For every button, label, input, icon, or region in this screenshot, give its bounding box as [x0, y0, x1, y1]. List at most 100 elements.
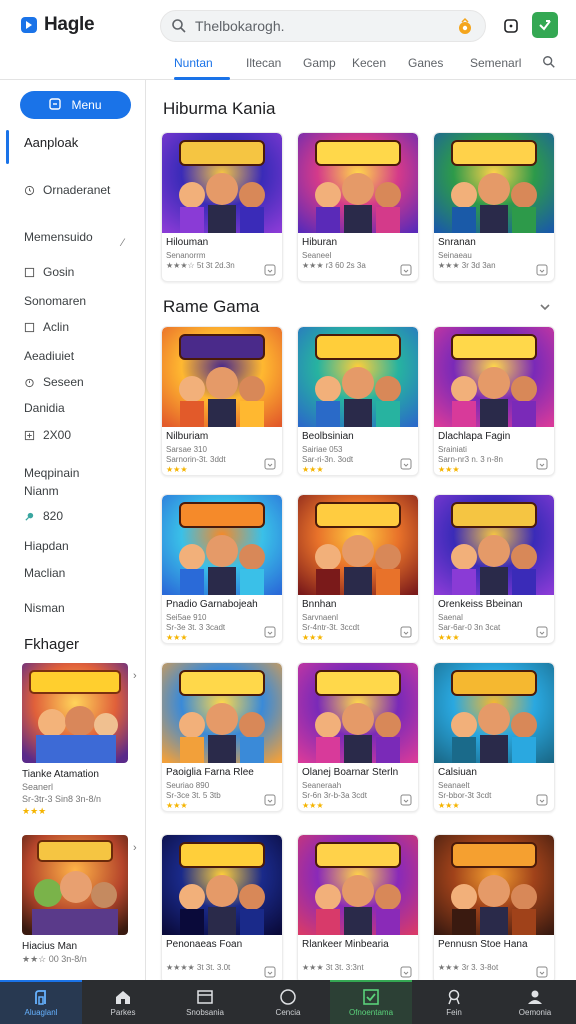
tab-nuntan[interactable]: Nuntan [174, 56, 213, 70]
sidebar-item-aclin[interactable]: Aclin [24, 320, 69, 334]
game-card[interactable]: Beolbsinian Sairiae 053 Sar-ri-3n. 3odt ★★★ [297, 326, 419, 476]
tab-iltecan[interactable]: Iltecan [246, 56, 281, 70]
install-icon[interactable] [264, 793, 276, 806]
sidebar-item-gosin[interactable]: Gosin [24, 265, 74, 279]
install-icon[interactable] [536, 965, 548, 978]
chevron-right-icon[interactable]: › [133, 842, 137, 854]
sidebar-item-danidia[interactable]: Danidia [24, 401, 65, 415]
sidebar-item-hiapdan[interactable]: Hiapdan [24, 539, 69, 553]
nav-item-aluaglanl[interactable]: Aluaglanl [0, 980, 82, 1024]
featured-title: Fkhager [24, 636, 80, 653]
menu-button[interactable]: Menu [20, 91, 131, 119]
game-card[interactable]: Hiburan Seaneel ★★★ r3 60 2s 3a [297, 132, 419, 282]
nav-item-cencia[interactable]: Cencia [247, 980, 329, 1024]
tab-gamp[interactable]: Gamp [303, 56, 336, 70]
install-icon[interactable] [400, 457, 412, 470]
expand-icon[interactable]: ⁄ [122, 237, 124, 249]
search-bar[interactable] [160, 10, 486, 42]
sidebar-item-2x00[interactable]: 2X00 [24, 428, 71, 442]
game-card[interactable]: Calsiuan Seanaelt Sr-bbor-3t 3cdt ★★★ [433, 662, 555, 812]
install-icon[interactable] [536, 625, 548, 638]
sidebar-item-nianm[interactable]: Nianm [24, 484, 59, 498]
game-meta: ★★★☆ 5t 3t 2d.3n [166, 261, 235, 270]
game-card[interactable]: Bnnhan Sarvnaenl Sr-4ntr-3t. 3ccdt ★★★ [297, 494, 419, 644]
install-icon[interactable] [536, 793, 548, 806]
install-icon[interactable] [264, 965, 276, 978]
nav-item-oemonia[interactable]: Oemonia [494, 980, 576, 1024]
sidebar-item-seseen[interactable]: Seseen [24, 375, 84, 389]
sidebar-item-ornaderanet[interactable]: Ornaderanet [24, 183, 110, 197]
game-card[interactable]: Nilburiam Sarsae 310 Sarnorin-3t. 3ddt ★★★ [161, 326, 283, 476]
game-title: Pnadio Garnabojeah [166, 599, 258, 610]
game-meta: ★★★ r3 60 2s 3a [302, 261, 366, 270]
game-thumbnail [162, 327, 282, 427]
game-card[interactable]: Rlankeer Minbearia ★★★ 3t 3t. 3:3nt [297, 834, 419, 984]
nav-item-parkes[interactable]: Parkes [82, 980, 164, 1024]
rating-stars: ★★★ [438, 633, 460, 642]
install-icon[interactable] [264, 625, 276, 638]
section-title: Hiburma Kania [163, 99, 276, 118]
sidebar-item-label: Ornaderanet [43, 183, 111, 197]
game-subtitle: Srainiati [438, 445, 467, 454]
chevron-down-icon[interactable] [538, 300, 552, 319]
game-thumbnail [434, 663, 554, 763]
game-meta-text: Sarn-nr3 n. 3 n-8n [438, 455, 503, 464]
install-icon[interactable] [400, 793, 412, 806]
sidebar-item-aanploak[interactable]: Aanploak [24, 135, 78, 150]
nav-label: Aluaglanl [24, 1007, 58, 1017]
game-card[interactable]: Snranan Seinaeau ★★★ 3r 3d 3an [433, 132, 555, 282]
game-rating: ★★★ [302, 801, 324, 810]
sidebar-item-label: Nianm [24, 484, 59, 498]
install-icon[interactable] [536, 457, 548, 470]
game-card[interactable]: Orenkeiss Bbeinan Saenal Sar-6ar-0 3n 3cat… [433, 494, 555, 644]
game-card[interactable]: Dlachlapa Fagin Srainiati Sarn-nr3 n. 3 n-… [433, 326, 555, 476]
sidebar-item-820[interactable]: 820 [24, 509, 63, 523]
sidebar-item-nisman[interactable]: Nisman [24, 601, 65, 615]
game-thumbnail [298, 495, 418, 595]
search-input[interactable] [195, 18, 435, 34]
app-logo[interactable]: Hagle [20, 14, 95, 36]
nav-item-snobsania[interactable]: Snobsania [164, 980, 246, 1024]
sidebar-item-memensuido[interactable]: Memensuido [24, 230, 93, 244]
game-meta: Sr-4ntr-3t. 3ccdt [302, 623, 359, 632]
install-icon[interactable] [536, 263, 548, 276]
leaf-icon[interactable] [532, 12, 558, 38]
window-icon[interactable] [497, 12, 525, 40]
featured-card[interactable]: Hiacius Man ★★☆ 00 3n-8/n [22, 835, 130, 965]
featured-card[interactable]: Tianke Atamation Seanerl Sr-3tr-3 Sin8 3… [22, 663, 130, 817]
game-meta-text: Sr-bbor-3t 3cdt [438, 791, 492, 800]
sidebar-item-label: Aanploak [24, 135, 79, 150]
tab-ganes[interactable]: Ganes [408, 56, 443, 70]
install-icon[interactable] [400, 263, 412, 276]
install-icon[interactable] [400, 965, 412, 978]
install-icon[interactable] [264, 263, 276, 276]
game-subtitle: Seaneel [302, 251, 332, 260]
pin-icon [445, 988, 463, 1006]
chevron-right-icon[interactable]: › [133, 670, 137, 682]
game-card[interactable]: Olanej Boarnar Sterln Seaneraah Sr-6n 3r-b… [297, 662, 419, 812]
sidebar-item-maclian[interactable]: Maclian [24, 566, 65, 580]
install-icon[interactable] [400, 625, 412, 638]
rating-stars: ★★★ [438, 801, 460, 810]
sidebar-item-sonomaren[interactable]: Sonomaren [24, 294, 86, 308]
game-card[interactable]: Pnadio Garnabojeah Sei5ae 910 Sr-3e 3t. 3 … [161, 494, 283, 644]
tab-kecen[interactable]: Kecen [352, 56, 386, 70]
nav-item-fein[interactable]: Fein [413, 980, 495, 1024]
sidebar-item-aeadiuiet[interactable]: Aeadiuiet [24, 349, 74, 363]
game-card[interactable]: Pennusn Stoe Hana ★★★ 3r 3. 3-8ot [433, 834, 555, 984]
active-item-indicator [6, 130, 9, 164]
orange-badge-icon[interactable] [455, 17, 475, 37]
tab-semenarl[interactable]: Semenarl [470, 56, 521, 70]
game-card[interactable]: Paoiglia Farna Rlee Seuriao 890 Sr-3ce 3t.… [161, 662, 283, 812]
nav-item-ofnoentama[interactable]: Ofnoentama [330, 980, 412, 1024]
install-icon[interactable] [264, 457, 276, 470]
bottom-nav: Aluaglanl Parkes Snobsania Cencia Ofnoen… [0, 980, 576, 1024]
search-icon[interactable] [542, 55, 556, 74]
sidebar-item-meqpinain[interactable]: Meqpinain [24, 466, 79, 480]
game-card[interactable]: Hilouman Senanorrm ★★★☆ 5t 3t 2d.3n [161, 132, 283, 282]
game-rating: ★★★ [166, 465, 188, 474]
game-thumbnail [298, 327, 418, 427]
sidebar-item-label: Gosin [43, 265, 75, 279]
game-meta-text: ★★★ 3r 3d 3an [438, 261, 496, 270]
game-card[interactable]: Penonaeas Foan ★★★★ 3t 3t. 3.0t [161, 834, 283, 984]
